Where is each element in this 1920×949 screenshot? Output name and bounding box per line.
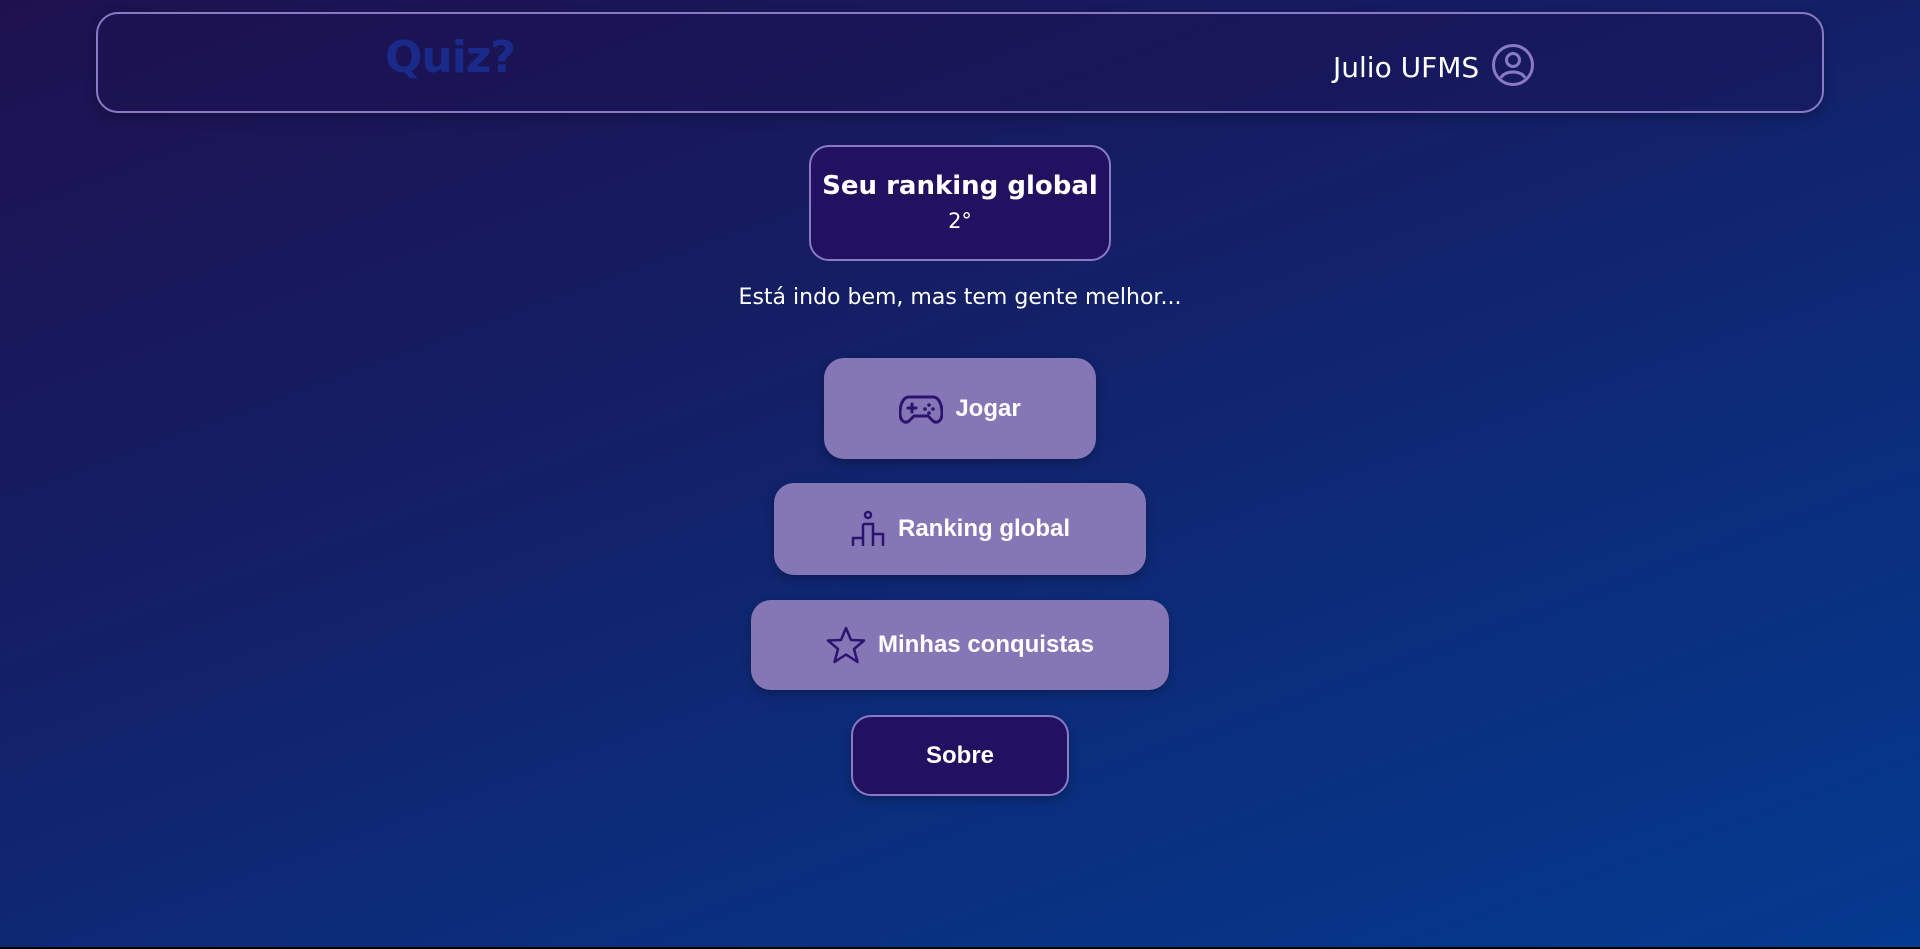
global-ranking-card: Seu ranking global 2° (809, 145, 1111, 261)
podium-icon (851, 510, 885, 546)
about-label: Sobre (925, 741, 994, 769)
about-button[interactable]: Sobre (851, 715, 1069, 796)
user-name[interactable]: Julio UFMS (1333, 51, 1479, 84)
ranking-message: Está indo bem, mas tem gente melhor... (738, 285, 1182, 310)
ranking-value: 2° (948, 209, 972, 233)
app-logo[interactable]: Quiz? (385, 32, 516, 83)
user-profile[interactable]: Julio UFMS (1333, 43, 1535, 91)
play-label: Jogar (955, 394, 1021, 422)
gamepad-icon (899, 395, 944, 424)
achievements-button[interactable]: Minhas conquistas (751, 600, 1169, 690)
top-header: Quiz? Julio UFMS (96, 12, 1824, 113)
star-icon (826, 626, 866, 664)
global-ranking-label: Ranking global (897, 515, 1070, 542)
ranking-title: Seu ranking global (822, 171, 1098, 201)
global-ranking-button[interactable]: Ranking global (774, 483, 1146, 575)
achievements-label: Minhas conquistas (877, 631, 1095, 658)
user-circle-icon[interactable] (1491, 43, 1535, 91)
play-button[interactable]: Jogar (824, 358, 1096, 459)
